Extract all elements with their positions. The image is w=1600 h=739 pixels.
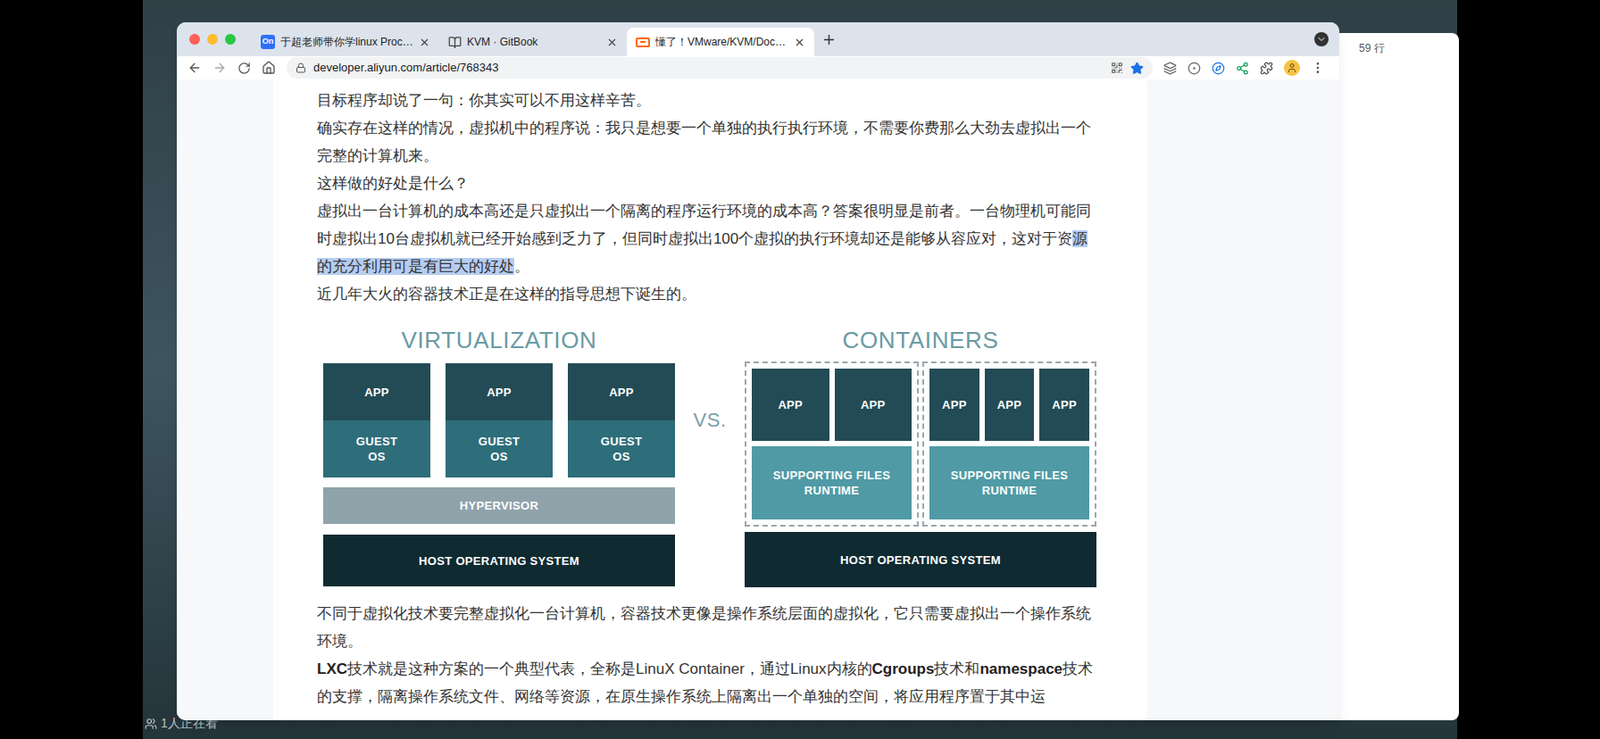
- browser-tab[interactable]: On于超老师带你学linux ProcessO: [251, 27, 440, 57]
- forward-icon[interactable]: [212, 60, 227, 75]
- back-icon[interactable]: [187, 60, 202, 75]
- containers-side: CONTAINERSAPPAPPSUPPORTING FILESRUNTIMEA…: [744, 322, 1097, 588]
- aliyun-icon: [635, 37, 650, 48]
- article-paragraph: 目标程序却说了一句：你其实可以不用这样辛苦。: [316, 86, 1103, 115]
- diagram-title: CONTAINERS: [744, 322, 1097, 359]
- article-content: 目标程序却说了一句：你其实可以不用这样辛苦。确实存在这样的情况，虚拟机中的程序说…: [273, 79, 1148, 721]
- runtime-block: SUPPORTING FILESRUNTIME: [751, 446, 912, 520]
- host-os-block: HOST OPERATING SYSTEM: [323, 534, 675, 587]
- article-paragraph: 近几年大火的容器技术正是在这样的指导思想下诞生的。: [316, 280, 1103, 309]
- address-bar[interactable]: developer.aliyun.com/article/768343: [286, 57, 1153, 79]
- article-paragraph: 这样做的好处是什么？: [316, 169, 1103, 198]
- hypervisor-block: HYPERVISOR: [323, 487, 675, 525]
- extensions-icon[interactable]: [1259, 61, 1274, 75]
- extension-icon[interactable]: [1235, 61, 1250, 75]
- app-block: APP: [1039, 368, 1090, 442]
- text-segment: Cgroups: [872, 660, 935, 678]
- runtime-block: SUPPORTING FILESRUNTIME: [929, 446, 1090, 520]
- processon-icon: On: [260, 34, 275, 50]
- menu-icon[interactable]: [1310, 60, 1325, 75]
- zoom-window-button[interactable]: [225, 33, 236, 45]
- guest-os-block: GUESTOS: [567, 420, 675, 478]
- profile-avatar-icon[interactable]: [1283, 59, 1300, 76]
- guest-os-block: GUESTOS: [445, 420, 553, 478]
- browser-tab[interactable]: 懂了！VMware/KVM/Docker原: [626, 27, 815, 57]
- new-tab-icon[interactable]: [821, 32, 837, 48]
- close-tab-icon[interactable]: [606, 36, 618, 49]
- lock-icon: [295, 62, 307, 74]
- host-os-block: HOST OPERATING SYSTEM: [744, 532, 1097, 588]
- diagram-title: VIRTUALIZATION: [323, 322, 675, 359]
- app-block: APP: [567, 363, 675, 421]
- close-tab-icon[interactable]: [793, 36, 806, 49]
- container-box: APPAPPSUPPORTING FILESRUNTIME: [744, 361, 919, 527]
- extension-icon[interactable]: [1211, 61, 1225, 75]
- page-viewport: 目标程序却说了一句：你其实可以不用这样辛苦。确实存在这样的情况，虚拟机中的程序说…: [176, 79, 1340, 721]
- bookmark-star-icon[interactable]: [1130, 61, 1144, 75]
- text-segment: LXC: [316, 660, 348, 678]
- article-paragraph: 虚拟出一台计算机的成本高还是只虚拟出一个隔离的程序运行环境的成本高？答案很明显是…: [316, 197, 1103, 281]
- article-paragraph: 确实存在这样的情况，虚拟机中的程序说：我只是想要一个单独的执行执行环境，不需要你…: [316, 114, 1103, 170]
- vm-stack: APPGUESTOS: [445, 363, 553, 478]
- browser-tab[interactable]: KVM · GitBook: [439, 27, 627, 57]
- article-paragraph: 不同于虚拟化技术要完整虚拟化一台计算机，容器技术更像是操作系统层面的虚拟化，它只…: [316, 600, 1103, 656]
- extension-icon[interactable]: [1187, 61, 1201, 75]
- tab-bar: On于超老师带你学linux ProcessOKVM · GitBook懂了！V…: [176, 22, 1340, 57]
- text-segment: 不同于虚拟化技术要完整虚拟化一台计算机，容器技术更像是操作系统层面的虚拟化，它只…: [316, 605, 1092, 650]
- users-icon: [144, 717, 158, 731]
- vs-label: VS.: [692, 405, 726, 435]
- app-block: APP: [445, 363, 553, 421]
- text-segment: 确实存在这样的情况，虚拟机中的程序说：我只是想要一个单独的执行执行环境，不需要你…: [316, 119, 1092, 165]
- app-block: APP: [929, 368, 980, 442]
- browser-window: On于超老师带你学linux ProcessOKVM · GitBook懂了！V…: [176, 22, 1340, 721]
- minimize-window-button[interactable]: [207, 33, 218, 45]
- close-window-button[interactable]: [189, 33, 200, 45]
- text-segment: 这样做的好处是什么？: [316, 175, 469, 192]
- vm-stack: APPGUESTOS: [567, 363, 675, 478]
- url-text: developer.aliyun.com/article/768343: [313, 58, 1104, 77]
- guest-os-block: GUESTOS: [323, 420, 431, 478]
- home-icon[interactable]: [261, 60, 276, 75]
- text-segment: 目标程序却说了一句：你其实可以不用这样辛苦。: [316, 91, 651, 109]
- line-count: 59 行: [1358, 41, 1385, 55]
- extension-icon[interactable]: [1163, 61, 1177, 75]
- qr-code-icon[interactable]: [1110, 61, 1124, 75]
- app-block: APP: [834, 368, 913, 442]
- text-segment: namespace: [979, 660, 1063, 678]
- text-segment: 近几年大火的容器技术正是在这样的指导思想下诞生的。: [316, 285, 697, 303]
- chevron-down-icon: [1316, 33, 1327, 45]
- reload-icon[interactable]: [237, 61, 251, 75]
- app-block: APP: [751, 368, 830, 442]
- app-block: APP: [984, 368, 1035, 442]
- close-tab-icon[interactable]: [418, 36, 431, 49]
- container-box: APPAPPAPPSUPPORTING FILESRUNTIME: [922, 361, 1097, 527]
- text-segment: 技术就是这种方案的一个典型代表，全称是LinuX Container，通过Lin…: [347, 660, 873, 678]
- side-panel: 59 行: [1321, 33, 1459, 721]
- article-paragraph: LXC技术就是这种方案的一个典型代表，全称是LinuX Container，通过…: [316, 655, 1103, 711]
- app-block: APP: [323, 363, 431, 421]
- text-segment: 技术和: [933, 660, 980, 678]
- virtualization-side: VIRTUALIZATIONAPPGUESTOSAPPGUESTOSAPPGUE…: [323, 322, 675, 587]
- toolbar: developer.aliyun.com/article/768343: [176, 56, 1340, 80]
- screen: 59 行1人正在看On于超老师带你学linux ProcessOKVM · Gi…: [0, 0, 1600, 739]
- virtualization-vs-containers-diagram: VIRTUALIZATIONAPPGUESTOSAPPGUESTOSAPPGUE…: [316, 322, 1103, 588]
- text-segment: 虚拟出一台计算机的成本高还是只虚拟出一个隔离的程序运行环境的成本高？答案很明显是…: [316, 202, 1092, 248]
- tab-search-button[interactable]: [1314, 32, 1329, 47]
- text-segment: 。: [514, 258, 530, 275]
- book-icon: [448, 35, 462, 50]
- vm-stack: APPGUESTOS: [323, 363, 431, 478]
